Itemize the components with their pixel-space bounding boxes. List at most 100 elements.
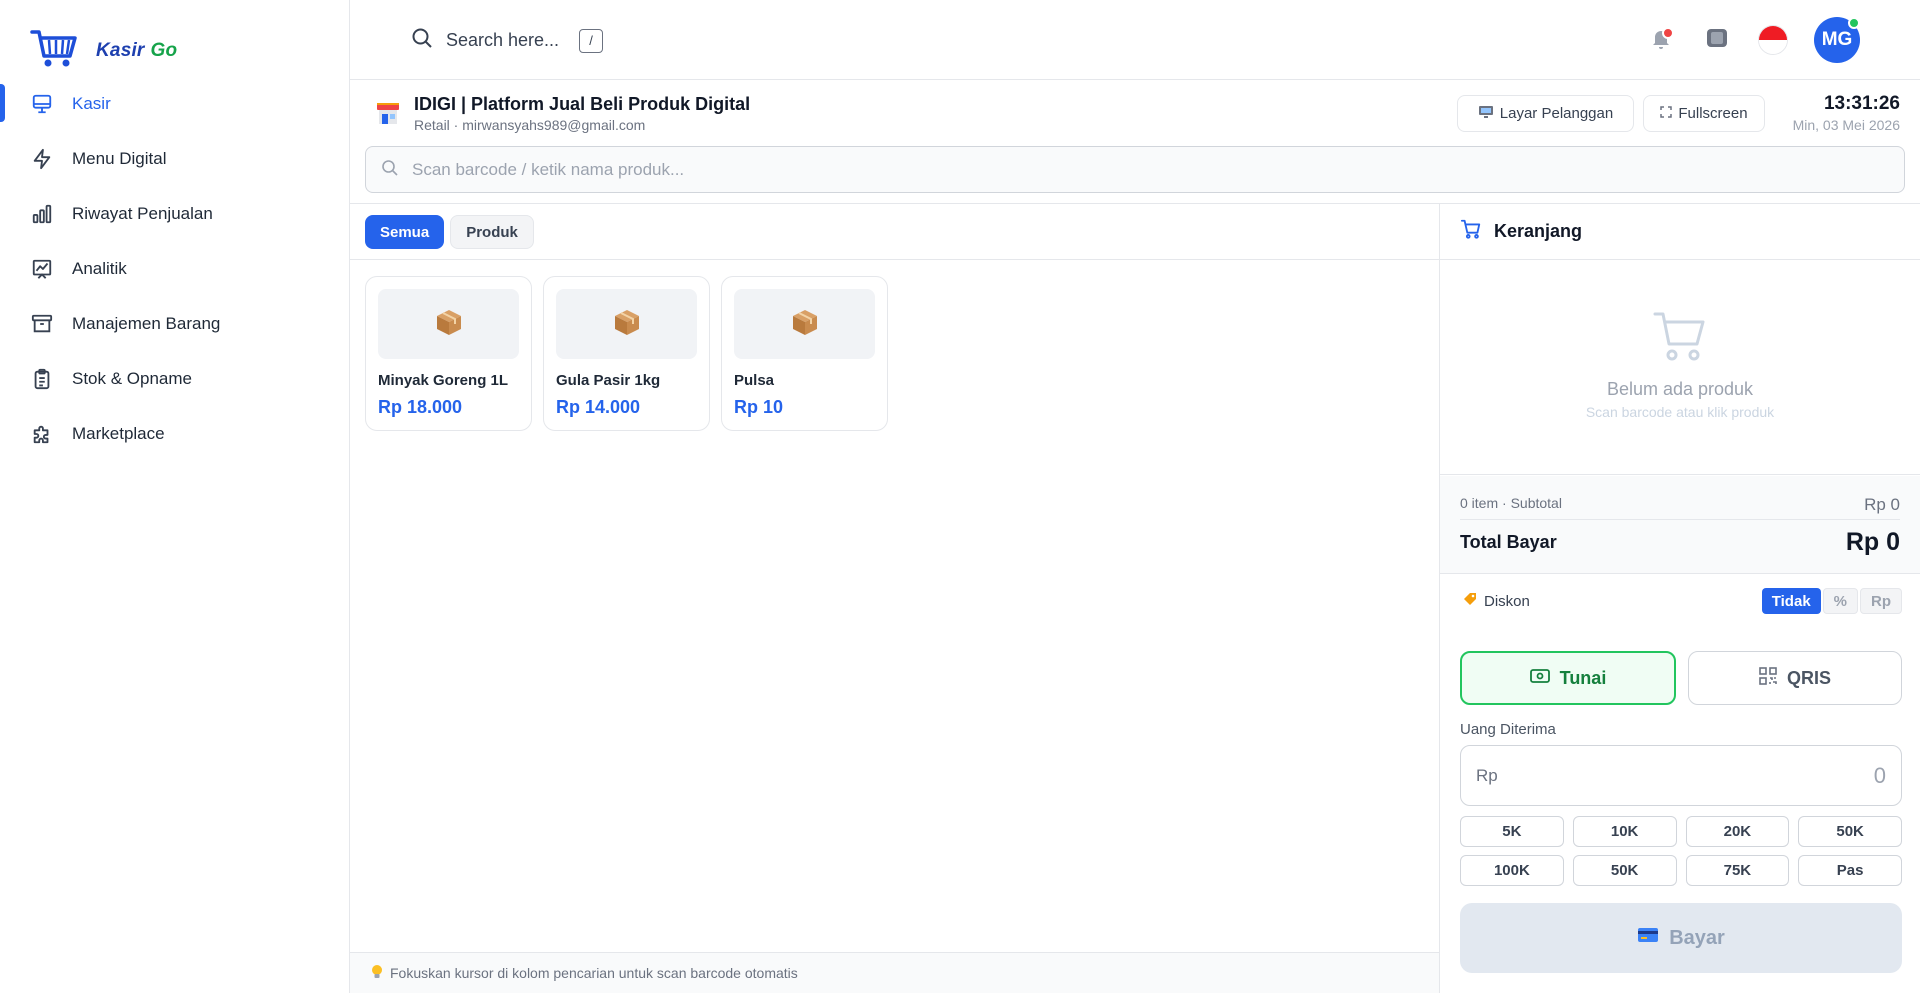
monitor-icon — [30, 92, 54, 116]
trend-chart-icon — [30, 257, 54, 281]
discount-option-none[interactable]: Tidak — [1761, 588, 1821, 614]
sidebar-item-stok-opname[interactable]: Stok & Opname — [0, 351, 350, 406]
search-icon — [410, 26, 434, 55]
cart-icon — [1460, 218, 1482, 245]
payment-methods: Tunai QRIS — [1460, 651, 1902, 705]
product-card[interactable]: Pulsa Rp 10 — [721, 276, 888, 431]
empty-cart-subtitle: Scan barcode atau klik produk — [1585, 404, 1775, 420]
fullscreen-button[interactable]: Fullscreen — [1643, 95, 1765, 132]
product-image — [556, 289, 697, 359]
discount-label-group: Diskon — [1462, 591, 1530, 611]
product-price: Rp 14.000 — [556, 397, 641, 417]
received-label: Uang Diterima — [1460, 721, 1556, 738]
quick-amount-button[interactable]: 100K — [1460, 855, 1564, 886]
product-card[interactable]: Minyak Goreng 1L Rp 18.000 — [365, 276, 532, 431]
clock: 13:31:26 Min, 03 Mei 2026 — [1793, 93, 1900, 133]
sidebar-item-label: Analitik — [72, 258, 127, 278]
total-label: Total Bayar — [1460, 532, 1557, 552]
product-price: Rp 10 — [734, 397, 784, 417]
product-price: Rp 18.000 — [378, 397, 463, 417]
cart-empty-state: Belum ada produk Scan barcode atau klik … — [1440, 260, 1920, 475]
sidebar-item-analitik[interactable]: Analitik — [0, 241, 350, 296]
package-box-icon — [790, 307, 820, 342]
cart-header: Keranjang — [1440, 204, 1920, 260]
received-currency: Rp — [1476, 765, 1498, 785]
subtotal-label: 0 item · Subtotal — [1460, 495, 1562, 511]
customer-screen-label: Layar Pelanggan — [1499, 105, 1614, 122]
display-screen-icon — [1478, 104, 1494, 124]
tablet-device-icon — [1703, 24, 1731, 57]
product-grid: Minyak Goreng 1L Rp 18.000 Gula Pasir 1k… — [365, 276, 888, 431]
quick-amount-button[interactable]: 75K — [1685, 855, 1790, 886]
filter-semua[interactable]: Semua — [365, 215, 445, 249]
expand-icon — [1660, 105, 1673, 122]
sidebar-item-label: Manajemen Barang — [72, 313, 221, 333]
sidebar-item-menu-digital[interactable]: Menu Digital — [0, 131, 350, 186]
language-flag-indonesia-icon[interactable] — [1758, 25, 1788, 55]
device-button[interactable] — [1702, 25, 1732, 55]
payment-tunai-button[interactable]: Tunai — [1460, 651, 1676, 705]
store-name: IDIGI | Platform Jual Beli Produk Digita… — [414, 94, 751, 114]
cart-title: Keranjang — [1494, 221, 1583, 241]
product-scan-field[interactable] — [365, 146, 1905, 193]
puzzle-icon — [30, 422, 54, 446]
filter-produk[interactable]: Produk — [450, 215, 534, 249]
global-search[interactable]: Search here... / — [410, 26, 604, 55]
lightning-icon — [30, 147, 54, 171]
brand-name: Kasir Go — [96, 39, 178, 61]
sidebar-item-label: Stok & Opname — [72, 368, 193, 388]
clipboard-icon — [30, 367, 54, 391]
discount-option-rupiah[interactable]: Rp — [1860, 588, 1902, 614]
quick-amount-button[interactable]: 10K — [1572, 816, 1677, 847]
product-name: Pulsa — [734, 372, 775, 389]
sidebar-item-label: Kasir — [72, 93, 111, 113]
quick-amount-button[interactable]: 50K — [1572, 855, 1677, 886]
sidebar: Kasir Go Kasir Menu Digital Riwayat Penju… — [0, 0, 350, 993]
payment-qris-button[interactable]: QRIS — [1688, 651, 1902, 705]
quick-amount-button[interactable]: 50K — [1798, 816, 1902, 847]
product-image — [734, 289, 875, 359]
sidebar-item-manajemen-barang[interactable]: Manajemen Barang — [0, 296, 350, 351]
top-actions: MG — [1646, 17, 1860, 63]
package-box-icon — [434, 307, 464, 342]
quick-amount-exact-button[interactable]: Pas — [1798, 855, 1902, 886]
sidebar-item-riwayat-penjualan[interactable]: Riwayat Penjualan — [0, 186, 350, 241]
divider — [1460, 519, 1900, 520]
category-filters: Semua Produk — [365, 215, 534, 249]
quick-amount-button[interactable]: 20K — [1685, 816, 1790, 847]
user-avatar[interactable]: MG — [1814, 17, 1860, 63]
clock-date: Min, 03 Mei 2026 — [1792, 117, 1900, 133]
product-scan-input[interactable] — [412, 159, 1812, 180]
discount-row: Diskon Tidak % Rp — [1462, 588, 1902, 614]
discount-option-percent[interactable]: % — [1822, 588, 1858, 614]
quick-amount-button[interactable]: 5K — [1460, 816, 1564, 847]
customer-screen-button[interactable]: Layar Pelanggan — [1457, 95, 1634, 132]
empty-cart-title: Belum ada produk — [1606, 379, 1754, 399]
sidebar-item-marketplace[interactable]: Marketplace — [0, 406, 350, 461]
notification-dot — [1662, 27, 1674, 39]
bar-chart-icon — [30, 202, 54, 226]
product-card[interactable]: Gula Pasir 1kg Rp 14.000 — [543, 276, 710, 431]
global-search-text: Search here... — [446, 30, 560, 50]
empty-cart-icon — [1652, 310, 1708, 367]
sidebar-item-label: Riwayat Penjualan — [72, 203, 213, 223]
shopping-cart-logo-icon — [30, 28, 78, 73]
discount-type-toggle: Tidak % Rp — [1761, 588, 1902, 614]
online-status-dot — [1848, 17, 1860, 29]
brand-logo[interactable]: Kasir Go — [30, 28, 177, 73]
quick-amounts: 5K 10K 20K 50K 100K 50K 75K Pas — [1460, 816, 1902, 886]
payment-qris-label: QRIS — [1786, 667, 1831, 688]
received-amount-input[interactable]: Rp 0 — [1460, 745, 1902, 806]
total-value: Rp 0 — [1845, 528, 1900, 556]
top-bar: Search here... / MG — [350, 0, 1920, 80]
sidebar-item-kasir[interactable]: Kasir — [0, 76, 350, 131]
sidebar-item-label: Menu Digital — [72, 148, 167, 168]
product-image — [378, 289, 519, 359]
cash-icon — [1529, 668, 1550, 689]
notifications-button[interactable] — [1646, 25, 1676, 55]
pay-button[interactable]: Bayar — [1460, 903, 1902, 973]
subtotal-row: 0 item · Subtotal Rp 0 — [1460, 495, 1900, 515]
scan-hint-text: Fokuskan kursor di kolom pencarian untuk… — [390, 965, 798, 981]
payment-tunai-label: Tunai — [1559, 667, 1607, 688]
fullscreen-label: Fullscreen — [1678, 105, 1748, 122]
